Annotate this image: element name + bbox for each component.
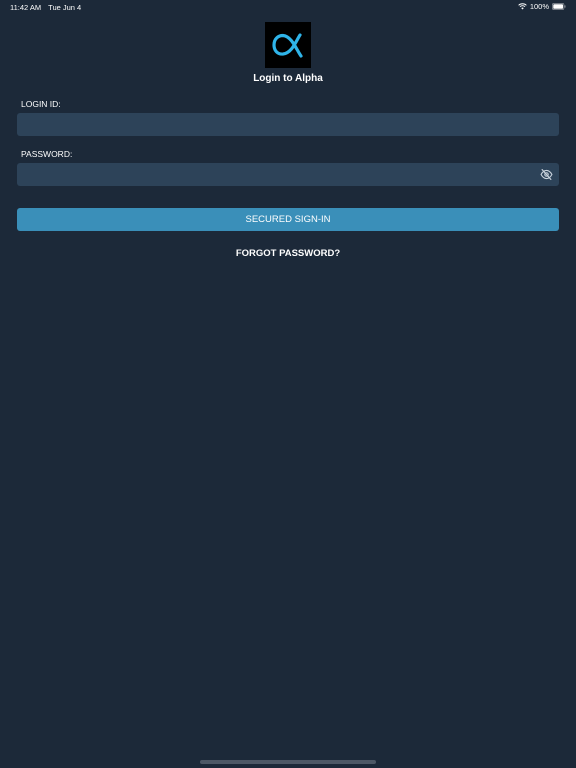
login-id-label: LOGIN ID: bbox=[21, 99, 61, 109]
battery-percent: 100% bbox=[529, 2, 549, 11]
alpha-logo-icon bbox=[272, 33, 303, 58]
status-right: 100% bbox=[518, 2, 566, 11]
password-input[interactable] bbox=[17, 163, 559, 186]
password-label: PASSWORD: bbox=[21, 149, 73, 159]
page-title: Login to Alpha bbox=[253, 73, 323, 84]
eye-slash-icon bbox=[539, 168, 553, 180]
home-indicator[interactable] bbox=[200, 760, 376, 764]
app-logo bbox=[265, 22, 311, 68]
battery-icon bbox=[552, 3, 566, 10]
status-time: 11:42 AM bbox=[10, 3, 42, 12]
login-id-input[interactable] bbox=[17, 113, 559, 136]
forgot-password-link[interactable]: FORGOT PASSWORD? bbox=[0, 248, 576, 259]
password-visibility-toggle[interactable] bbox=[539, 167, 553, 181]
secured-signin-button[interactable]: SECURED SIGN-IN bbox=[17, 208, 559, 231]
status-left: 11:42 AM Tue Jun 4 bbox=[10, 3, 81, 12]
status-bar: 11:42 AM Tue Jun 4 100% bbox=[0, 0, 576, 14]
wifi-icon bbox=[518, 3, 527, 10]
status-date: Tue Jun 4 bbox=[48, 3, 82, 12]
